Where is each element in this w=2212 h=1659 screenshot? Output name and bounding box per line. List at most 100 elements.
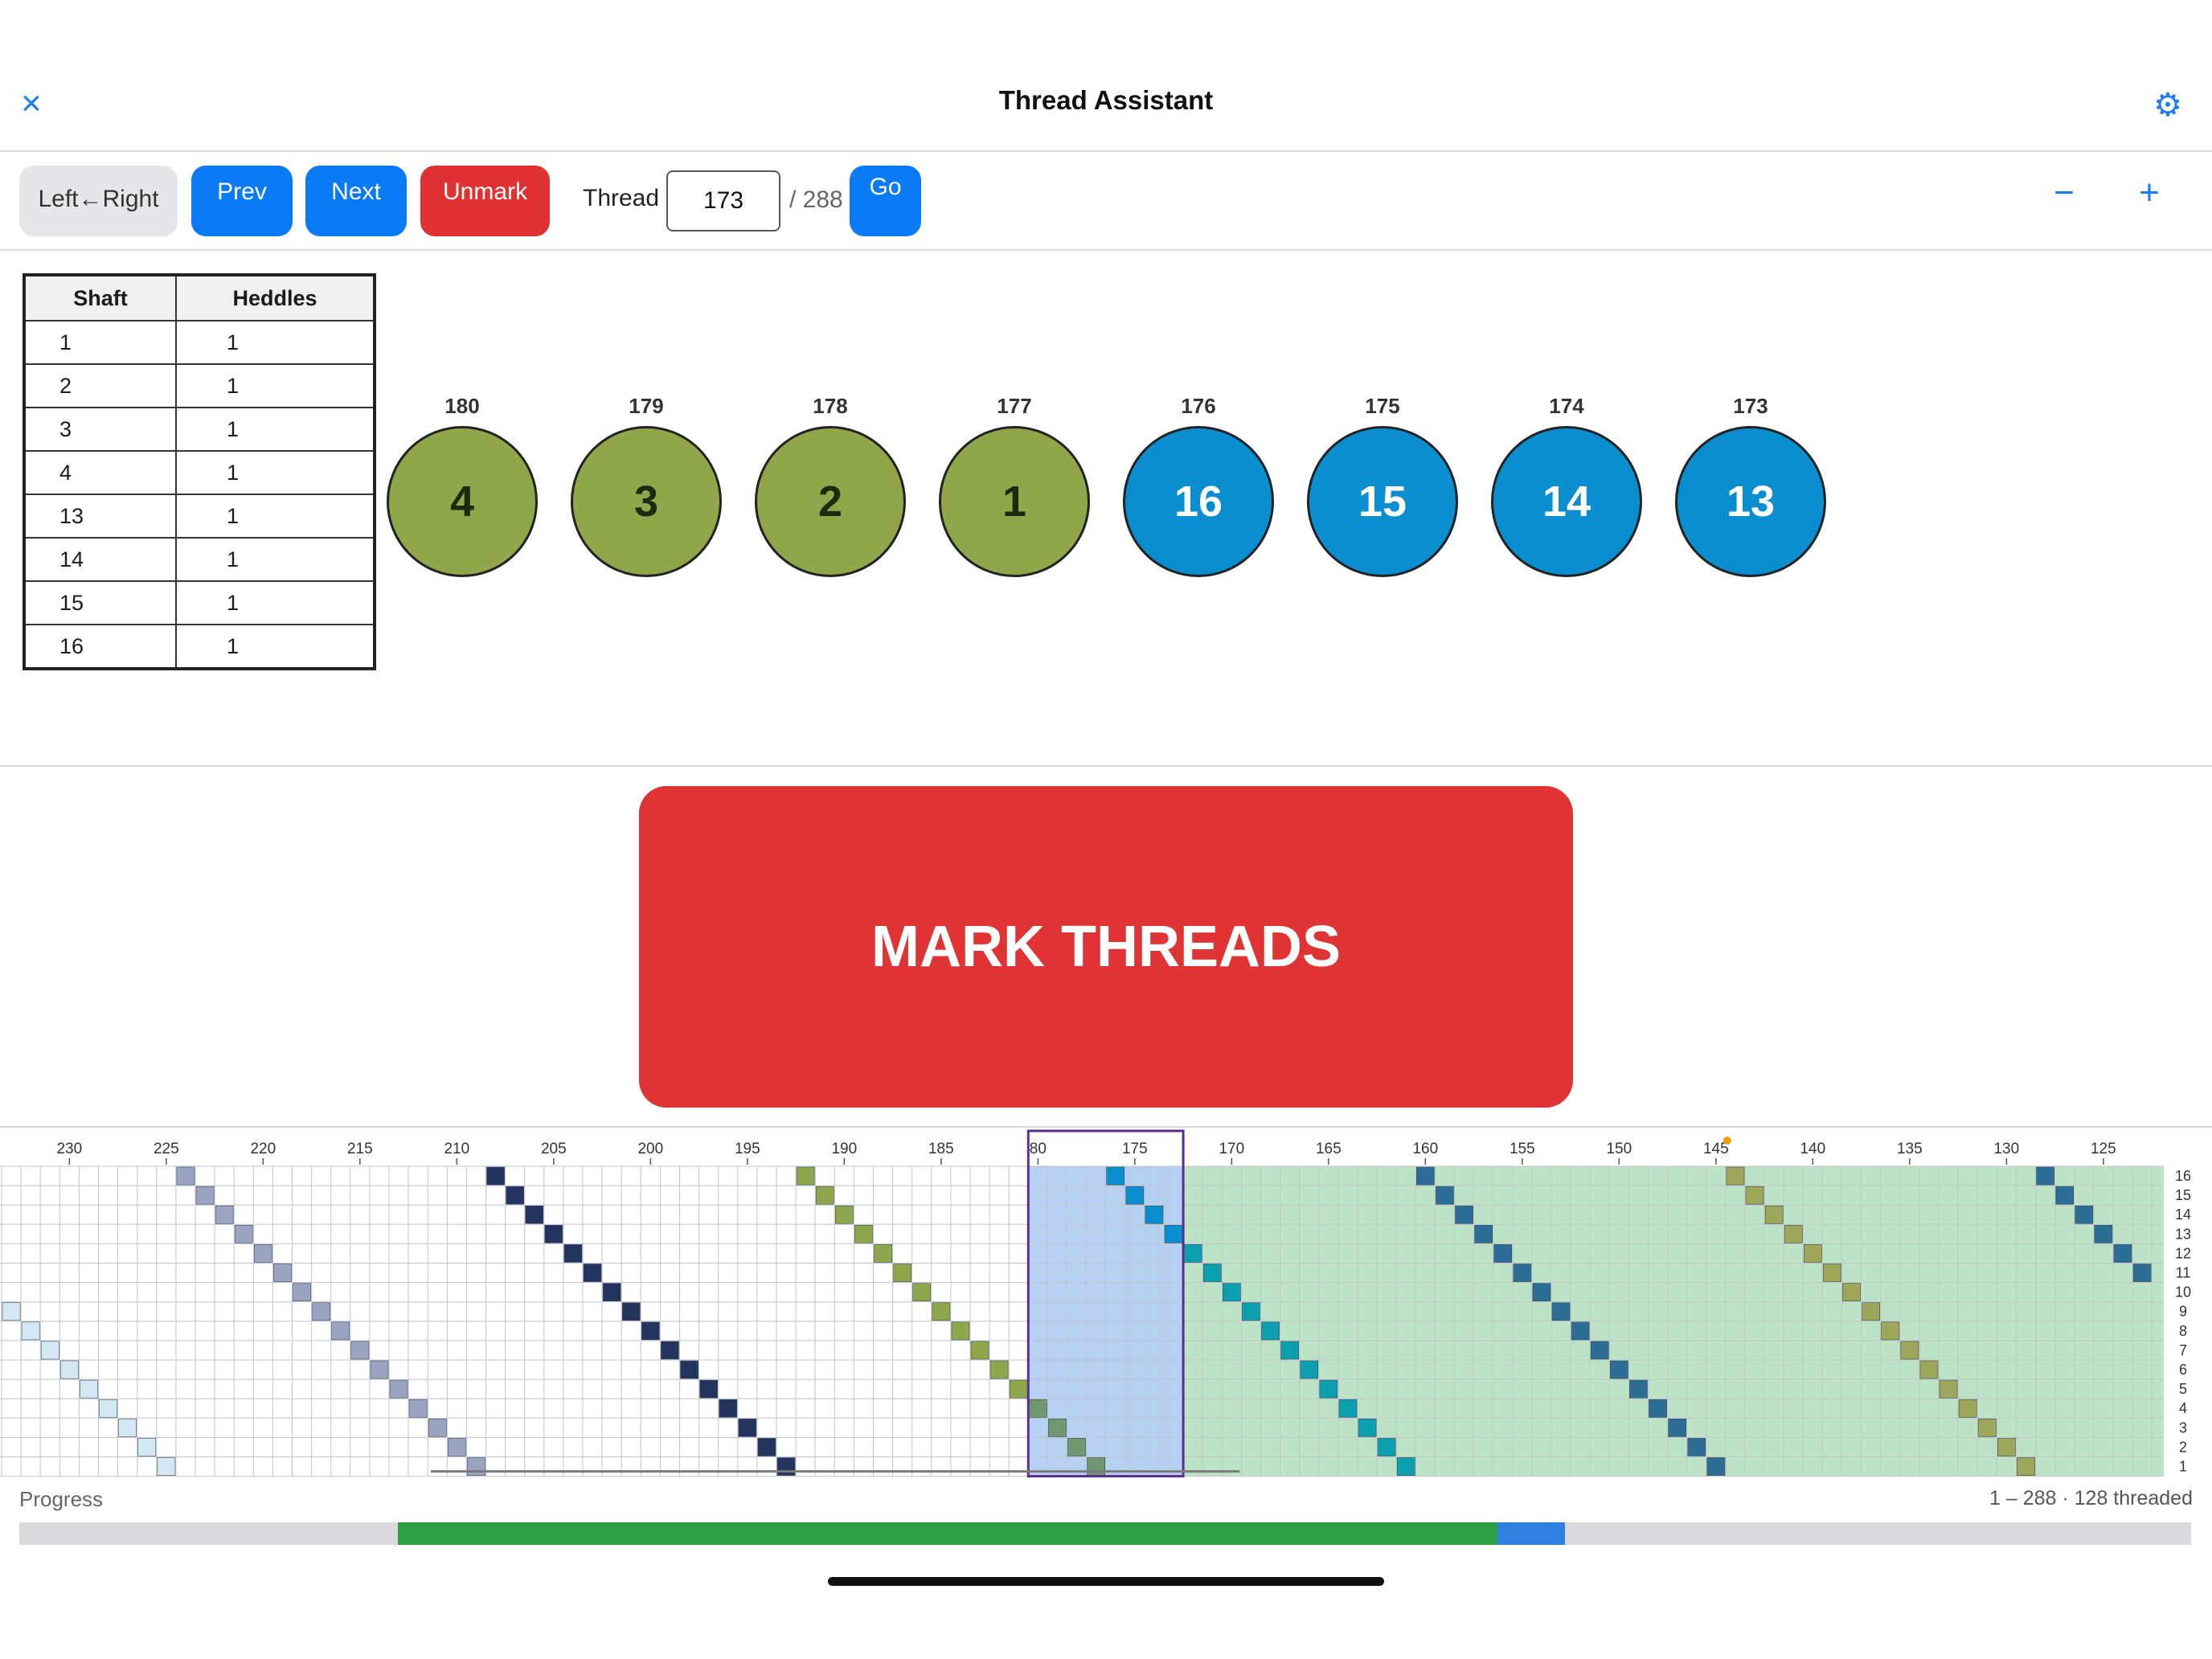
thread-cell xyxy=(1067,1438,1086,1456)
thread-label: Thread xyxy=(583,185,660,211)
thread-cell xyxy=(2055,1186,2075,1205)
thread-cell xyxy=(1455,1205,1473,1224)
zoom-out-icon[interactable]: − xyxy=(2042,170,2087,215)
unmark-button[interactable]: Unmark xyxy=(420,166,550,236)
ruler-label: 190 xyxy=(831,1141,857,1157)
thread-cell xyxy=(312,1302,331,1321)
thread-cell xyxy=(118,1418,137,1437)
home-indicator[interactable] xyxy=(828,1577,1384,1586)
thread-cell xyxy=(40,1341,59,1360)
thread-cell xyxy=(467,1457,485,1476)
thread-cell xyxy=(757,1438,776,1456)
thread-shaft-circle: 3 xyxy=(571,426,722,577)
shaft-row-label: 9 xyxy=(2179,1304,2187,1320)
shaft-heddle-table: Shaft Heddles 11 21 31 41 13 1 14 1 15 1 16… xyxy=(23,273,376,670)
thread-number: 173 xyxy=(1733,394,1768,418)
thread-cell xyxy=(1823,1264,1841,1282)
thread-cell xyxy=(1842,1283,1861,1302)
thread-shaft-circle: 2 xyxy=(755,426,906,577)
ruler-label: 125 xyxy=(2091,1141,2116,1157)
zoom-in-icon[interactable]: + xyxy=(2127,170,2172,215)
thread-shaft-circle: 15 xyxy=(1307,426,1458,577)
heddles-cell: 1 xyxy=(175,320,375,365)
thread-cell xyxy=(1551,1302,1571,1321)
threading-draft-grid[interactable]: 230 225 220 215 210 205 200 195 190 185 80 175 170 16… xyxy=(0,1126,2212,1478)
column-header-heddles: Heddles xyxy=(175,274,375,322)
thread-cell xyxy=(350,1341,370,1360)
thread-cell xyxy=(1571,1321,1590,1341)
thread-cell xyxy=(293,1283,311,1302)
shaft-cell: 14 xyxy=(23,537,177,582)
ruler-label: 150 xyxy=(1606,1141,1632,1157)
ruler-label: 135 xyxy=(1897,1141,1923,1157)
thread-card: 177 1 xyxy=(936,394,1092,577)
thread-number: 178 xyxy=(813,394,848,418)
thread-cell xyxy=(796,1166,815,1186)
ruler-label: 155 xyxy=(1509,1141,1535,1157)
thread-shaft-circle: 14 xyxy=(1491,426,1642,577)
thread-number-input[interactable] xyxy=(666,170,780,231)
thread-cell xyxy=(2017,1457,2035,1476)
gear-icon[interactable]: ⚙ xyxy=(2146,84,2189,127)
shaft-row-label: 7 xyxy=(2179,1342,2187,1358)
mark-threads-button[interactable]: MARK THREADS xyxy=(639,786,1573,1108)
thread-cell xyxy=(2094,1225,2113,1243)
thread-cell xyxy=(2,1302,21,1321)
thread-cell xyxy=(1862,1302,1881,1321)
thread-cell xyxy=(1416,1166,1435,1186)
next-button[interactable]: Next xyxy=(305,166,407,236)
thread-total: / 288 xyxy=(789,186,843,213)
thread-cell xyxy=(1183,1244,1202,1263)
thread-cell xyxy=(1164,1225,1183,1243)
prev-button[interactable]: Prev xyxy=(191,166,293,236)
thread-cell xyxy=(1958,1399,1977,1418)
thread-number: 176 xyxy=(1181,394,1216,418)
progress-info: 1 – 288 · 128 threaded xyxy=(1989,1487,2193,1509)
thread-cell xyxy=(1532,1283,1551,1302)
thread-cell xyxy=(1358,1418,1377,1437)
thread-cell xyxy=(951,1321,970,1341)
table-row: 13 1 xyxy=(23,494,375,539)
thread-cell xyxy=(1300,1360,1319,1379)
thread-cell xyxy=(1106,1166,1125,1186)
thread-cell xyxy=(699,1379,718,1399)
thread-cell xyxy=(680,1360,698,1379)
thread-cell xyxy=(370,1360,389,1379)
direction-toggle-button[interactable]: Left←Right xyxy=(19,166,178,236)
ruler-label: 80 xyxy=(1030,1141,1047,1157)
thread-cell xyxy=(1493,1244,1513,1263)
thread-cell xyxy=(1706,1457,1726,1476)
shaft-row-label: 15 xyxy=(2175,1187,2191,1203)
thread-cell xyxy=(1590,1341,1609,1360)
thread-number: 179 xyxy=(629,394,664,418)
go-button[interactable]: Go xyxy=(850,166,921,236)
ruler-label: 160 xyxy=(1412,1141,1438,1157)
shaft-row-label: 11 xyxy=(2176,1265,2191,1281)
thread-cell xyxy=(195,1186,215,1205)
thread-cell xyxy=(137,1438,157,1456)
ruler-label: 175 xyxy=(1122,1141,1148,1157)
table-row: 16 1 xyxy=(23,624,375,670)
thread-card: 178 2 xyxy=(752,394,908,577)
shaft-cell: 15 xyxy=(23,580,177,625)
column-header-shaft: Shaft xyxy=(23,274,177,322)
thread-cell xyxy=(602,1283,621,1302)
progress-label: Progress xyxy=(19,1487,104,1511)
shaft-row-label: 5 xyxy=(2179,1381,2187,1397)
thread-cell xyxy=(1338,1399,1358,1418)
thread-number: 175 xyxy=(1365,394,1400,418)
shaft-row-label: 12 xyxy=(2175,1245,2191,1261)
thread-cell xyxy=(1687,1438,1706,1456)
ruler-label: 220 xyxy=(250,1141,276,1157)
ruler-label: 230 xyxy=(56,1141,82,1157)
thread-cell xyxy=(815,1186,834,1205)
shaft-row-label: 6 xyxy=(2179,1362,2187,1378)
thread-cell xyxy=(1223,1283,1241,1302)
thread-cell xyxy=(776,1457,796,1476)
thread-cell xyxy=(1784,1225,1803,1243)
heddles-cell: 1 xyxy=(175,363,375,408)
thread-cell xyxy=(331,1321,350,1341)
thread-cell xyxy=(1377,1438,1396,1456)
shaft-row-label: 8 xyxy=(2179,1323,2187,1339)
thread-cell xyxy=(1202,1264,1222,1282)
